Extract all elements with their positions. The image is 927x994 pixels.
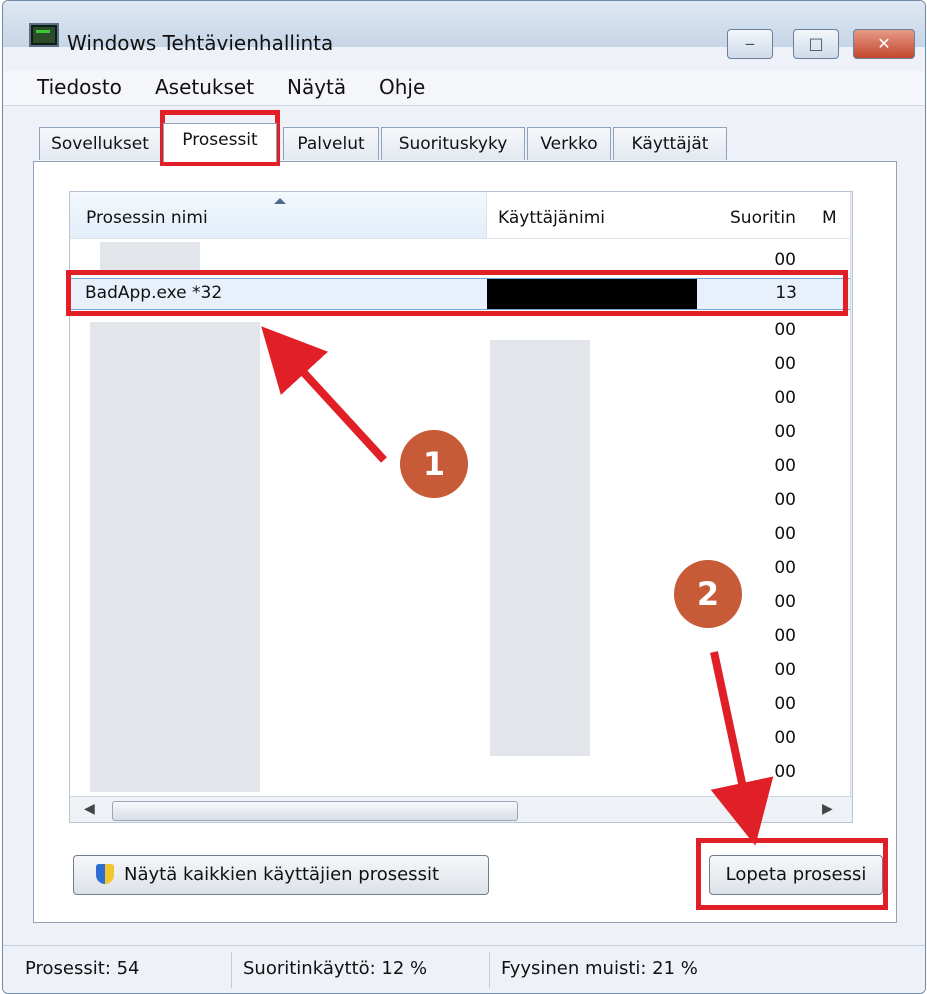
sort-up-icon	[274, 198, 286, 204]
status-separator	[231, 952, 232, 988]
title-bar: Windows Tehtävienhallinta ‒ □ ✕	[3, 1, 925, 59]
show-all-label: Näytä kaikkien käyttäjien prosessit	[124, 864, 439, 885]
table-row[interactable]: 00	[70, 382, 850, 414]
process-cpu: 00	[774, 558, 796, 578]
status-memory: Fyysinen muisti: 21 %	[501, 958, 698, 979]
column-header-user[interactable]: Käyttäjänimi	[498, 208, 605, 228]
table-row[interactable]: 00	[70, 654, 850, 686]
highlight-badapp-row	[66, 270, 848, 316]
process-cpu: 00	[774, 456, 796, 476]
status-cpu: Suoritinkäyttö: 12 %	[243, 958, 428, 979]
table-row[interactable]: 00	[70, 688, 850, 720]
column-header-name: Prosessin nimi	[86, 208, 208, 228]
step-2-badge: 2	[674, 560, 742, 628]
list-header: Prosessin nimi Käyttäjänimi Suoritin M	[70, 192, 852, 239]
process-cpu: 00	[774, 250, 796, 270]
tab-users[interactable]: Käyttäjät	[613, 127, 727, 160]
menu-file[interactable]: Tiedosto	[37, 75, 122, 99]
process-cpu: 00	[774, 524, 796, 544]
table-row[interactable]: 00	[70, 348, 850, 380]
process-cpu: 00	[774, 354, 796, 374]
table-row[interactable]: 00	[70, 722, 850, 754]
maximize-button[interactable]: □	[793, 29, 839, 59]
vertical-scrollbar[interactable]: ▲ ▼	[850, 192, 852, 820]
process-cpu: 00	[774, 592, 796, 612]
window-title: Windows Tehtävienhallinta	[67, 31, 334, 55]
process-cpu: 00	[774, 728, 796, 748]
minimize-button[interactable]: ‒	[727, 29, 773, 59]
table-row[interactable]: 00	[70, 620, 850, 652]
process-cpu: 00	[774, 388, 796, 408]
process-cpu: 00	[774, 422, 796, 442]
scroll-right-icon[interactable]: ▶	[822, 801, 833, 817]
column-header-cpu[interactable]: Suoritin	[730, 208, 796, 228]
step-1-badge: 1	[400, 430, 468, 498]
process-cpu: 00	[774, 626, 796, 646]
task-manager-icon	[29, 23, 59, 47]
table-row[interactable]: 00	[70, 484, 850, 516]
tab-performance[interactable]: Suorituskyky	[381, 127, 525, 160]
tab-services[interactable]: Palvelut	[283, 127, 379, 160]
uac-shield-icon	[96, 864, 114, 884]
status-processes: Prosessit: 54	[25, 958, 140, 979]
process-cpu: 00	[774, 762, 796, 782]
show-all-users-processes-button[interactable]: Näytä kaikkien käyttäjien prosessit	[73, 855, 489, 895]
table-row[interactable]: 00	[70, 518, 850, 550]
menu-help[interactable]: Ohje	[379, 75, 425, 99]
horizontal-scrollbar[interactable]: ◀ ▶	[70, 796, 852, 822]
tab-networking[interactable]: Verkko	[527, 127, 611, 160]
table-row[interactable]: 00	[70, 314, 850, 346]
process-cpu: 00	[774, 320, 796, 340]
menu-bar: Tiedosto Asetukset Näytä Ohje	[3, 71, 925, 106]
tab-applications[interactable]: Sovellukset	[39, 127, 161, 160]
process-cpu: 00	[774, 694, 796, 714]
column-header-memory[interactable]: M	[822, 208, 837, 228]
menu-view[interactable]: Näytä	[287, 75, 346, 99]
close-button[interactable]: ✕	[853, 29, 915, 59]
menu-options[interactable]: Asetukset	[155, 75, 254, 99]
tab-processes[interactable]: Prosessit	[163, 123, 277, 162]
column-header-name-bg[interactable]: Prosessin nimi	[70, 192, 487, 238]
horizontal-scroll-thumb[interactable]	[112, 801, 518, 821]
process-cpu: 00	[774, 660, 796, 680]
highlight-end-process-button	[696, 838, 888, 910]
process-cpu: 00	[774, 490, 796, 510]
status-bar: Prosessit: 54 Suoritinkäyttö: 12 % Fyysi…	[3, 945, 925, 993]
status-separator	[489, 952, 490, 988]
scroll-left-icon[interactable]: ◀	[84, 801, 95, 817]
table-row[interactable]: 00	[70, 756, 850, 788]
